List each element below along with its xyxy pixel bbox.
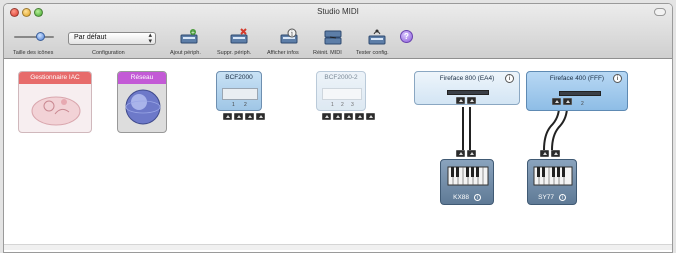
bcf2000-2-body [322, 88, 362, 100]
ff800-display [447, 90, 489, 95]
port-icon[interactable] [333, 113, 342, 120]
info-icon: i [280, 28, 298, 44]
midi-studio-window: Studio MIDI Taille des icônes Par défaut… [3, 3, 673, 253]
port-label: 2 [341, 102, 344, 108]
reset-midi-icon [324, 30, 342, 45]
port-label: 1 [331, 102, 334, 108]
slider-thumb[interactable] [36, 32, 45, 41]
device-bcf2000-2[interactable]: BCF2000-2 1 2 3 [316, 71, 366, 111]
sy77-ports [540, 150, 560, 157]
title-bar: Studio MIDI [4, 4, 672, 22]
port-in-icon[interactable] [256, 113, 265, 120]
device-name: KX88 i [441, 194, 493, 201]
iac-driver-icon [31, 96, 81, 126]
svg-text:+: + [191, 30, 195, 36]
port-icon[interactable] [551, 150, 560, 157]
configuration-value: Par défaut [74, 34, 107, 41]
status-bar [4, 244, 672, 250]
remove-device-icon [230, 28, 248, 44]
bcf2000-body [222, 88, 258, 100]
port-out-icon[interactable] [223, 113, 232, 120]
device-name: BCF2000-2 [324, 74, 358, 81]
icon-size-slider[interactable] [14, 32, 54, 42]
device-name: SY77 i [528, 194, 576, 201]
kx88-ports [456, 150, 476, 157]
test-config-icon [368, 29, 386, 45]
toolbar: Studio MIDI Taille des icônes Par défaut… [4, 4, 672, 59]
device-name: Fireface 800 (EA4) [439, 75, 495, 82]
add-device-label: Ajout périph. [170, 50, 201, 56]
device-iac-driver[interactable]: Gestionnaire IAC [18, 71, 92, 133]
port-icon[interactable] [355, 113, 364, 120]
port-icon[interactable] [344, 113, 353, 120]
port-icon[interactable] [467, 150, 476, 157]
port-icon[interactable] [322, 113, 331, 120]
port-label: 1 [232, 102, 235, 108]
device-network[interactable]: Réseau [117, 71, 167, 133]
test-config-button[interactable] [366, 28, 388, 46]
port-label: 2 [581, 101, 584, 107]
help-button[interactable]: ? [400, 30, 413, 43]
bcf2000-2-ports [322, 113, 375, 120]
add-device-icon: + [180, 29, 198, 44]
icon-size-label: Taille des icônes [13, 50, 54, 56]
remove-device-button[interactable] [228, 28, 250, 46]
device-info-icon[interactable]: i [505, 74, 514, 83]
wire-ff400-sy77-in [551, 106, 568, 151]
device-canvas[interactable]: Gestionnaire IAC Réseau BCF2000 1 2 BCF2… [4, 60, 672, 250]
port-icon[interactable] [563, 98, 572, 105]
ff800-ports [456, 97, 476, 104]
toolbar-toggle-button[interactable] [654, 8, 666, 16]
device-kx88[interactable]: KX88 i [440, 159, 494, 205]
port-icon[interactable] [456, 150, 465, 157]
test-config-label: Tester config. [356, 50, 389, 56]
device-info-icon[interactable]: i [558, 194, 566, 201]
device-name: Fireface 400 (FFF) [549, 75, 605, 82]
select-arrows-icon: ▴ ▾ [148, 32, 152, 45]
svg-text:i: i [291, 31, 293, 38]
reset-midi-label: Réinit. MIDI [313, 50, 342, 56]
device-sy77[interactable]: SY77 i [527, 159, 577, 205]
port-icon[interactable] [552, 98, 561, 105]
configuration-label: Configuration [92, 50, 125, 56]
show-info-button[interactable]: i [278, 28, 300, 46]
slider-track [14, 36, 54, 38]
network-globe-icon [125, 89, 161, 125]
ff400-ports [552, 98, 572, 105]
device-name: Réseau [118, 72, 166, 84]
keyboard-icon [533, 166, 573, 186]
bcf2000-ports [223, 113, 265, 120]
sy77-name: SY77 [538, 194, 555, 201]
port-in-icon[interactable] [234, 113, 243, 120]
port-icon[interactable] [540, 150, 549, 157]
kx88-name: KX88 [453, 194, 470, 201]
device-info-icon[interactable]: i [613, 74, 622, 83]
add-device-button[interactable]: + [178, 28, 200, 46]
keyboard-icon [447, 166, 489, 186]
show-info-label: Afficher infos [267, 50, 299, 56]
configuration-select[interactable]: Par défaut ▴ ▾ [68, 32, 156, 45]
port-out-icon[interactable] [245, 113, 254, 120]
port-icon[interactable] [467, 97, 476, 104]
device-fireface-400[interactable]: Fireface 400 (FFF) i 1 2 [526, 71, 628, 111]
reset-midi-button[interactable] [322, 28, 344, 46]
device-name: BCF2000 [225, 74, 253, 81]
ff400-display [559, 91, 601, 96]
device-name: Gestionnaire IAC [19, 72, 91, 84]
remove-device-label: Suppr. périph. [217, 50, 252, 56]
device-info-icon[interactable]: i [473, 194, 481, 201]
port-icon[interactable] [366, 113, 375, 120]
port-label: 2 [244, 102, 247, 108]
window-title: Studio MIDI [317, 7, 359, 16]
port-icon[interactable] [456, 97, 465, 104]
port-label: 3 [351, 102, 354, 108]
device-bcf2000[interactable]: BCF2000 1 2 [216, 71, 262, 111]
